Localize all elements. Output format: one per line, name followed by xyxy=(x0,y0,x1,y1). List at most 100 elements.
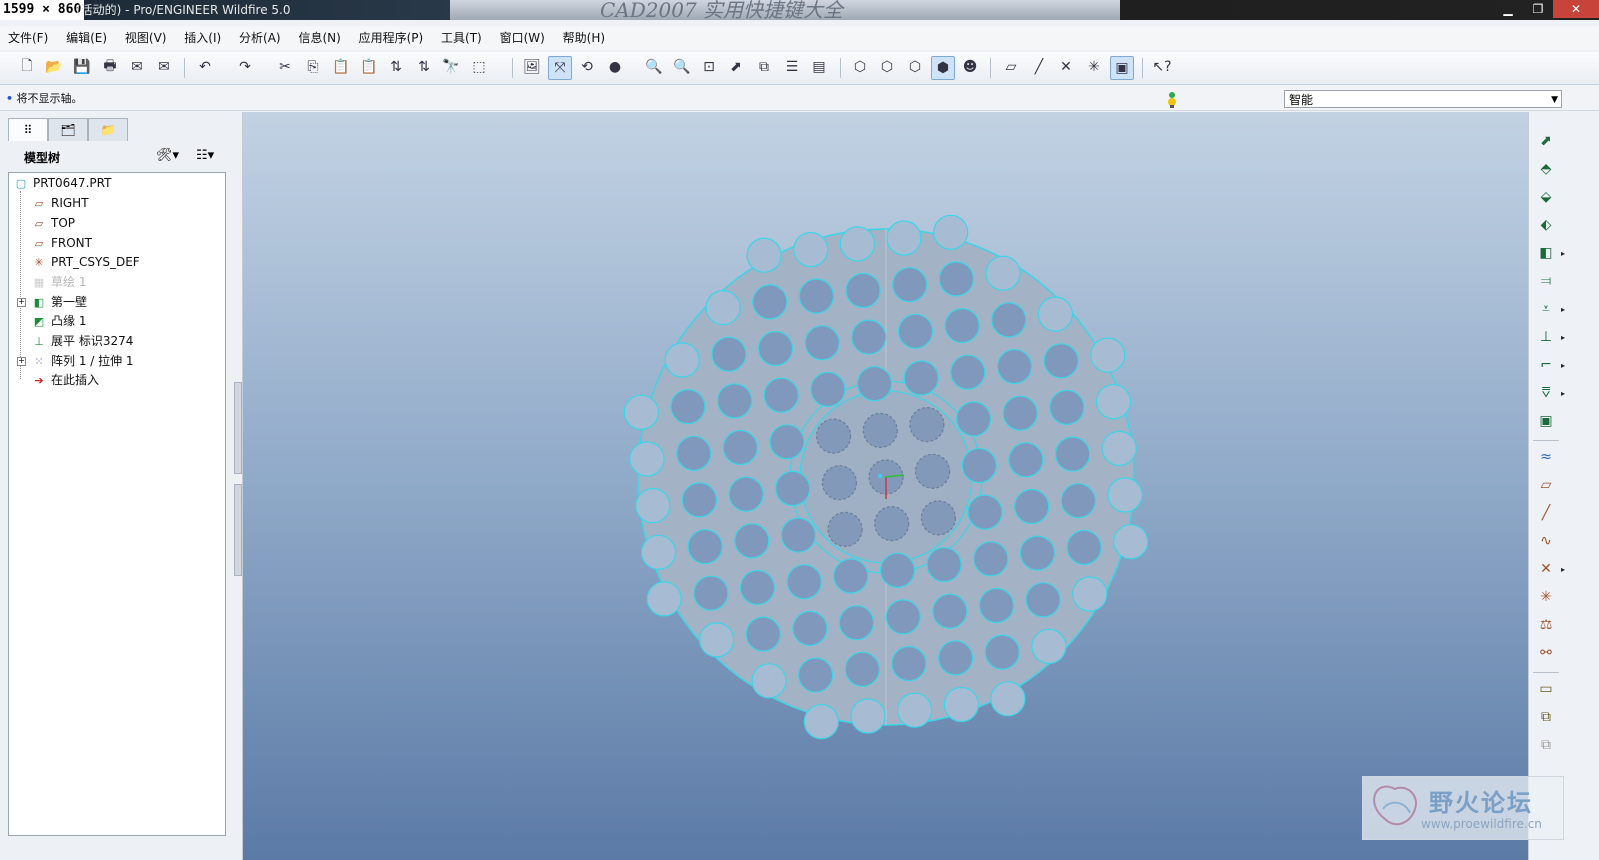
new-icon[interactable]: 🗋 xyxy=(16,56,38,78)
perforation-hole xyxy=(815,418,852,454)
perforation-hole xyxy=(984,634,1020,670)
group-icon[interactable]: ⧉ xyxy=(1535,706,1557,728)
menu-file[interactable]: 文件(F) xyxy=(8,26,48,50)
pattern-tool-icon[interactable]: ⚯ xyxy=(1535,642,1557,664)
datum-plane-tool-icon[interactable]: ▱ xyxy=(1535,474,1557,496)
menu-tools[interactable]: 工具(T) xyxy=(441,26,482,50)
view-manager-icon[interactable]: ▤ xyxy=(808,56,830,78)
planar-wall-icon[interactable]: ⬘ xyxy=(1535,158,1557,180)
copy-feature-icon[interactable]: ⧉ xyxy=(1535,734,1557,756)
form-icon[interactable]: ⩢ ▸ xyxy=(1535,382,1565,404)
tree-node-front[interactable]: ▱ FRONT xyxy=(31,233,92,253)
tree-node-flange[interactable]: ◩ 凸缘 1 xyxy=(31,311,87,331)
tab-folder-browser[interactable]: 🗂 xyxy=(48,118,88,141)
undo-icon[interactable]: ↶ xyxy=(194,56,216,78)
datum-point-tool-icon[interactable]: ✕ ▸ xyxy=(1535,558,1565,580)
paste-special-icon[interactable]: 📋 xyxy=(358,56,380,78)
tab-model-tree[interactable]: ⠿ xyxy=(8,118,48,141)
find-icon[interactable]: 🔭 xyxy=(440,56,462,78)
zoom-out-icon[interactable]: 🔍 xyxy=(671,56,693,78)
pane-splitter-handle[interactable] xyxy=(234,382,242,474)
flatten-form-icon[interactable]: ▣ xyxy=(1535,410,1557,432)
menu-help[interactable]: 帮助(H) xyxy=(563,26,605,50)
expand-icon[interactable]: + xyxy=(17,357,26,366)
rip-icon[interactable]: ⫤ xyxy=(1535,270,1557,292)
sketch-tool-icon[interactable]: ≈ xyxy=(1535,446,1557,468)
saved-views-icon[interactable]: ⧉ xyxy=(753,56,775,78)
tree-node-first-wall[interactable]: ◧ 第一壁 xyxy=(31,292,87,312)
tab-favorites[interactable]: 📁 xyxy=(88,118,128,141)
selection-filter-dropdown[interactable]: 智能 ▼ xyxy=(1284,90,1562,108)
tree-node-top[interactable]: ▱ TOP xyxy=(31,213,75,233)
tree-node-part[interactable]: ▢ PRT0647.PRT xyxy=(13,173,112,193)
appearance-sphere-icon[interactable]: ● xyxy=(604,56,626,78)
regenerate-icon[interactable]: ⇅ xyxy=(385,56,407,78)
enhanced-realism-icon[interactable]: ☻ xyxy=(959,56,981,78)
datum-axis-tool-icon[interactable]: ╱ xyxy=(1535,502,1557,524)
restore-icon[interactable]: ❐ xyxy=(1523,0,1553,18)
tree-node-right[interactable]: ▱ RIGHT xyxy=(31,193,89,213)
menu-info[interactable]: 信息(N) xyxy=(298,26,340,50)
zoom-in-icon[interactable]: 🔍 xyxy=(643,56,665,78)
no-hidden-icon[interactable]: ⬡ xyxy=(904,56,926,78)
menu-window[interactable]: 窗口(W) xyxy=(500,26,545,50)
email-icon[interactable]: ✉ xyxy=(126,56,148,78)
context-help-icon[interactable]: ↖? xyxy=(1151,56,1173,78)
save-icon[interactable]: 💾 xyxy=(71,56,93,78)
repaint-icon[interactable]: 🖼 xyxy=(521,56,543,78)
csys-display-icon[interactable]: ✳ xyxy=(1083,56,1105,78)
flat-wall-icon[interactable]: ⬙ xyxy=(1535,186,1557,208)
hidden-line-icon[interactable]: ⬡ xyxy=(876,56,898,78)
edit-feature-icon[interactable]: ▭ xyxy=(1535,678,1557,700)
annotation-display-icon[interactable]: ▣ xyxy=(1110,56,1134,80)
email-link-icon[interactable]: ✉ xyxy=(153,56,175,78)
shading-icon[interactable]: ⬢ xyxy=(931,56,955,80)
select-box-icon[interactable]: ⬚ xyxy=(468,56,490,78)
close-icon[interactable]: ✕ xyxy=(1553,0,1599,18)
layers-icon[interactable]: ☰ xyxy=(781,56,803,78)
copy-icon[interactable]: ⎘ xyxy=(302,56,324,78)
graphics-window[interactable] xyxy=(243,112,1528,860)
redo-icon[interactable]: ↷ xyxy=(234,56,256,78)
plane-display-icon[interactable]: ▱ xyxy=(1000,56,1022,78)
extrude-wall-icon[interactable]: ◧ ▸ xyxy=(1535,242,1565,264)
menu-insert[interactable]: 插入(I) xyxy=(184,26,221,50)
minimize-icon[interactable]: ▁ xyxy=(1493,0,1523,18)
bend-back-icon[interactable]: ⌐ ▸ xyxy=(1535,354,1565,376)
paste-icon[interactable]: 📋 xyxy=(330,56,352,78)
orient-mode-icon[interactable]: ⟲ xyxy=(576,56,598,78)
tree-node-pattern[interactable]: ⁙ 阵列 1 / 拉伸 1 xyxy=(31,351,133,371)
menu-view[interactable]: 视图(V) xyxy=(125,26,167,50)
print-icon[interactable]: 🖶 xyxy=(99,56,121,78)
axis-display-icon[interactable]: ╱ xyxy=(1028,56,1050,78)
flange-wall-icon[interactable]: ⬖ xyxy=(1535,214,1557,236)
tree-node-sketch[interactable]: ▦ 草绘 1 xyxy=(31,272,87,292)
spin-center-icon[interactable]: ⤧ xyxy=(548,56,572,80)
analysis-tool-icon[interactable]: ⚖ xyxy=(1535,614,1557,636)
tree-settings-icon[interactable]: 🛠▾ xyxy=(156,148,179,163)
bulb-icon[interactable] xyxy=(1166,90,1178,108)
regen-manager-icon[interactable]: ⇅ xyxy=(413,56,435,78)
bend-icon[interactable]: ⩡ ▸ xyxy=(1535,298,1565,320)
menu-applications[interactable]: 应用程序(P) xyxy=(359,26,424,50)
reorient-icon[interactable]: ⬈ xyxy=(725,56,747,78)
sheetmetal-convert-icon[interactable]: ⬈ xyxy=(1535,130,1557,152)
tree-node-insert-here[interactable]: ➔ 在此插入 xyxy=(31,370,99,390)
menu-edit[interactable]: 编辑(E) xyxy=(66,26,107,50)
pane-splitter-handle[interactable] xyxy=(234,484,242,576)
favorites-folder-icon: 📁 xyxy=(100,123,116,137)
tree-node-csys[interactable]: ✳ PRT_CSYS_DEF xyxy=(31,252,139,272)
perforation-hole xyxy=(896,692,933,728)
tree-node-unbend[interactable]: ⊥ 展平 标识3274 xyxy=(31,331,133,351)
unbend-tool-icon[interactable]: ⊥ ▸ xyxy=(1535,326,1565,348)
expand-icon[interactable]: + xyxy=(17,298,26,307)
point-display-icon[interactable]: ✕ xyxy=(1055,56,1077,78)
tree-filters-icon[interactable]: ☷▾ xyxy=(196,148,214,163)
refit-icon[interactable]: ⊡ xyxy=(698,56,720,78)
cut-icon[interactable]: ✂ xyxy=(274,56,296,78)
wireframe-icon[interactable]: ⬡ xyxy=(849,56,871,78)
datum-curve-tool-icon[interactable]: ∿ xyxy=(1535,530,1557,552)
open-icon[interactable]: 📂 xyxy=(43,56,65,78)
csys-tool-icon[interactable]: ✳ xyxy=(1535,586,1557,608)
menu-analysis[interactable]: 分析(A) xyxy=(239,26,281,50)
